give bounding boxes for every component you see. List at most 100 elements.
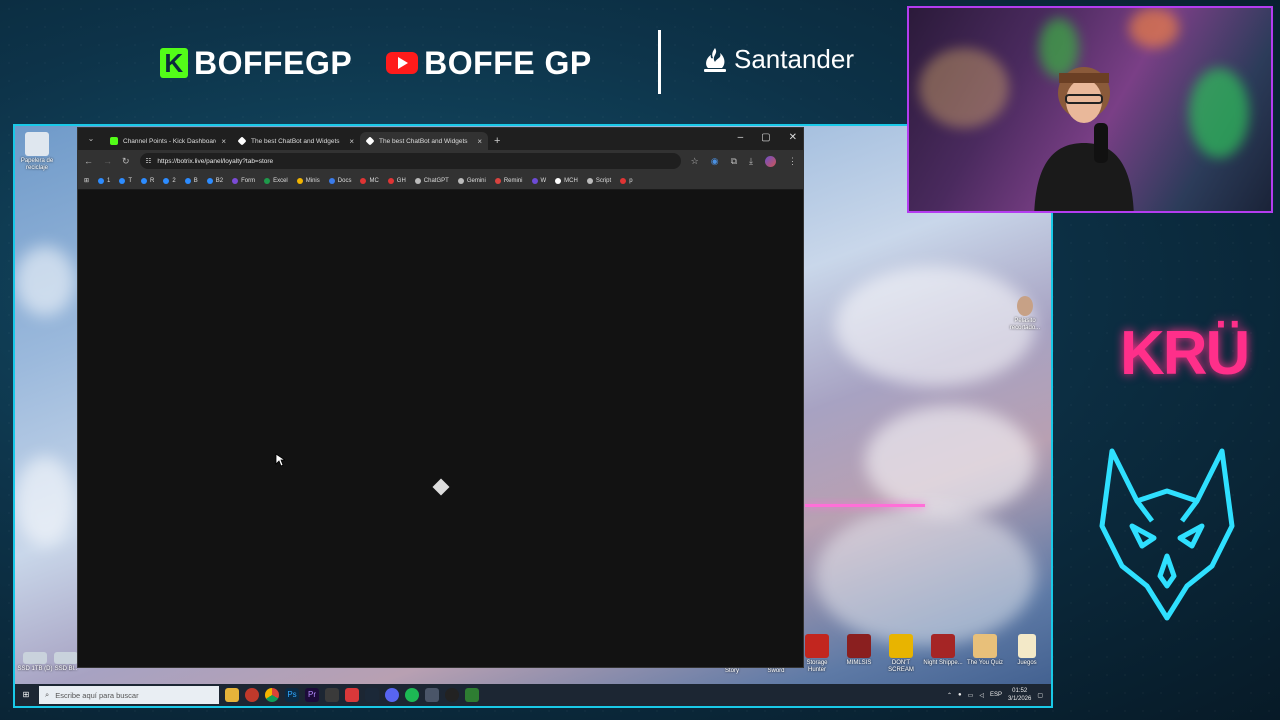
minimize-icon[interactable]: – bbox=[738, 132, 744, 143]
discord-icon[interactable] bbox=[385, 688, 399, 702]
bookmark-item[interactable]: Docs bbox=[328, 177, 351, 184]
bookmark-item[interactable]: T bbox=[119, 177, 132, 184]
app-grey-icon[interactable] bbox=[425, 688, 439, 702]
app-green-icon[interactable] bbox=[465, 688, 479, 702]
chevron-up-icon[interactable]: ⌃ bbox=[947, 692, 952, 699]
streamer-figure bbox=[1034, 67, 1134, 211]
calculator-icon[interactable] bbox=[325, 688, 339, 702]
sword-icon[interactable]: Sword bbox=[761, 668, 791, 675]
bookmark-favicon-icon bbox=[119, 177, 126, 184]
forward-icon[interactable]: → bbox=[103, 156, 112, 166]
network-icon[interactable]: ▭ bbox=[968, 692, 974, 699]
close-icon[interactable]: × bbox=[477, 137, 482, 146]
window-controls: – ▢ ✕ bbox=[738, 132, 797, 143]
bookmark-favicon-icon bbox=[531, 177, 538, 184]
bookmark-item[interactable]: Form bbox=[232, 177, 256, 184]
bookmark-label: ChatGPT bbox=[423, 177, 449, 184]
clock[interactable]: 01:52 3/1/2026 bbox=[1008, 687, 1031, 703]
extensions-puzzle-icon[interactable]: ⧉ bbox=[731, 156, 737, 167]
profile-avatar[interactable] bbox=[765, 155, 776, 167]
bookmark-item[interactable]: W bbox=[531, 177, 546, 184]
kru-logo: KRÜ bbox=[1120, 319, 1250, 388]
reload-icon[interactable]: ↻ bbox=[122, 156, 130, 167]
app-red2-icon[interactable] bbox=[345, 688, 359, 702]
bookmark-item[interactable]: MCH bbox=[555, 177, 578, 184]
bookmark-label: B2 bbox=[215, 177, 224, 184]
bookmark-favicon-icon bbox=[206, 177, 213, 184]
botrix-favicon-icon bbox=[237, 136, 247, 146]
bookmark-item[interactable]: MC bbox=[360, 177, 379, 184]
app-red-icon[interactable] bbox=[245, 688, 259, 702]
juegos-icon[interactable]: Juegos bbox=[1007, 634, 1047, 667]
browser-window: ⌄ Channel Points - Kick Dashboard × The … bbox=[77, 127, 804, 668]
bookmark-item[interactable]: B bbox=[184, 177, 198, 184]
new-tab-button[interactable]: + bbox=[494, 135, 500, 147]
bookmark-item[interactable]: R bbox=[141, 177, 154, 184]
download-icon[interactable]: ⤓ bbox=[749, 156, 753, 167]
bookmark-item[interactable]: ChatGPT bbox=[414, 177, 449, 184]
bookmark-label: 2 bbox=[172, 177, 176, 184]
juegos-label: Juegos bbox=[1017, 660, 1037, 666]
photoshop-icon[interactable]: Ps bbox=[285, 688, 299, 702]
extension-icon[interactable]: ◉ bbox=[711, 156, 719, 167]
bookmark-item[interactable]: 2 bbox=[163, 177, 176, 184]
bookmark-item[interactable]: Minis bbox=[296, 177, 320, 184]
bookmark-favicon-icon bbox=[184, 177, 191, 184]
close-icon[interactable]: × bbox=[221, 137, 226, 146]
night-shippe-icon[interactable]: Night Shippe... bbox=[923, 634, 963, 667]
bookmark-label: Minis bbox=[305, 177, 320, 184]
you-quiz-label: The You Quiz bbox=[966, 660, 1004, 666]
you-quiz-icon[interactable]: The You Quiz bbox=[965, 634, 1005, 667]
bookmark-item[interactable]: Remini bbox=[494, 177, 523, 184]
windows-start-icon[interactable]: ⊞ bbox=[19, 688, 33, 702]
ssd-drive-icon[interactable]: SSD 1TB (D) bbox=[15, 652, 55, 673]
story-icon[interactable]: Story bbox=[717, 668, 747, 675]
volume-icon[interactable]: ◁ bbox=[979, 692, 984, 699]
bookmark-star-icon[interactable]: ☆ bbox=[691, 156, 699, 167]
ssd-drive-label: SSD 1TB (D) bbox=[17, 666, 53, 672]
tab-botrix-1[interactable]: The best ChatBot and Widgets × bbox=[232, 132, 360, 150]
youtube-icon bbox=[386, 52, 419, 74]
mimlsis-icon[interactable]: MIMLSIS bbox=[839, 634, 879, 667]
close-icon[interactable]: × bbox=[349, 137, 354, 146]
bookmark-item[interactable]: Script bbox=[586, 177, 611, 184]
bookmark-favicon-icon bbox=[360, 177, 367, 184]
notifications-icon[interactable]: ▢ bbox=[1037, 692, 1043, 699]
clock-date: 3/1/2026 bbox=[1007, 696, 1032, 702]
recycle-bin-icon[interactable]: Papelera de reciclaje bbox=[17, 132, 57, 172]
tab-title: Channel Points - Kick Dashboard bbox=[123, 137, 217, 145]
site-info-icon[interactable]: ☷ bbox=[146, 157, 152, 165]
menu-icon[interactable]: ⋮ bbox=[788, 156, 797, 167]
mic-icon[interactable]: ● bbox=[958, 692, 962, 698]
address-bar[interactable]: ☷ https://botrix.live/panel/loyalty?tab=… bbox=[139, 153, 681, 169]
apps-grid-icon[interactable]: ⊞ bbox=[84, 177, 89, 184]
premiere-icon[interactable]: Pr bbox=[305, 688, 319, 702]
back-icon[interactable]: ← bbox=[84, 156, 93, 166]
taskbar-search-box[interactable]: ⌕ Escribe aquí para buscar bbox=[39, 686, 219, 704]
dont-scream-icon[interactable]: DON'T SCREAM bbox=[881, 634, 921, 674]
spotify-icon[interactable] bbox=[405, 688, 419, 702]
bookmark-label: Form bbox=[241, 177, 256, 184]
steam-icon[interactable] bbox=[365, 688, 379, 702]
bookmark-item[interactable]: Excel bbox=[264, 177, 288, 184]
pelasito-icon[interactable]: Pelasito recortado... bbox=[1005, 296, 1045, 332]
bookmark-item[interactable]: B2 bbox=[206, 177, 224, 184]
language-indicator[interactable]: ESP bbox=[990, 692, 1002, 698]
tab-kick-dashboard[interactable]: Channel Points - Kick Dashboard × bbox=[104, 132, 232, 150]
chrome-icon[interactable] bbox=[265, 688, 279, 702]
bookmark-item[interactable]: Gemini bbox=[457, 177, 486, 184]
tab-botrix-2[interactable]: The best ChatBot and Widgets × bbox=[360, 132, 488, 150]
night-shippe-label: Night Shippe... bbox=[923, 660, 963, 666]
page-content bbox=[78, 190, 803, 667]
maximize-icon[interactable]: ▢ bbox=[761, 132, 770, 143]
file-explorer-icon[interactable] bbox=[225, 688, 239, 702]
obs-icon[interactable] bbox=[445, 688, 459, 702]
ssd-drive-2-label: SSD Bl.. bbox=[54, 666, 78, 672]
tab-title: The best ChatBot and Widgets bbox=[379, 137, 468, 145]
close-window-icon[interactable]: ✕ bbox=[789, 132, 797, 143]
tab-search-icon[interactable]: ⌄ bbox=[82, 131, 100, 147]
bookmark-item[interactable]: p bbox=[620, 177, 633, 184]
bookmark-item[interactable]: 1 bbox=[98, 177, 110, 184]
santander-flame-icon bbox=[704, 47, 726, 72]
bookmark-item[interactable]: GH bbox=[387, 177, 406, 184]
